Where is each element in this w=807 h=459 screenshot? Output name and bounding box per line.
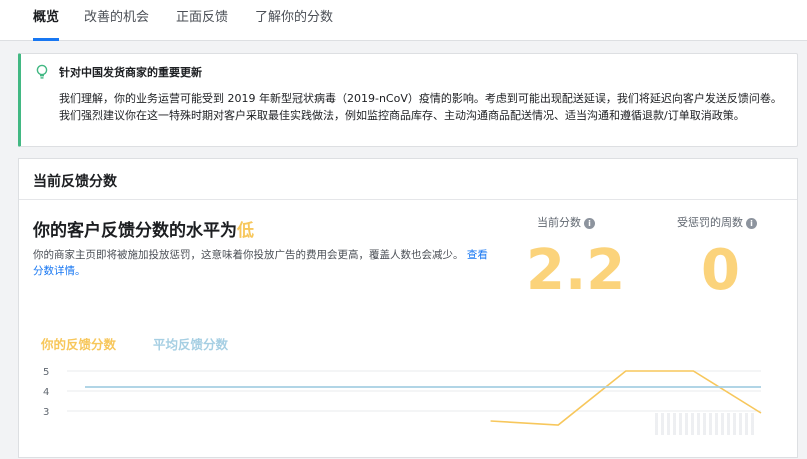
score-level-headline: 你的客户反馈分数的水平为低 — [33, 216, 254, 241]
penalty-description: 你的商家主页即将被施加投放惩罚，这意味着你投放广告的费用会更高，覆盖人数也会减少… — [33, 247, 493, 279]
tab-opportunities[interactable]: 改善的机会 — [84, 0, 149, 38]
info-icon[interactable]: i — [746, 218, 757, 229]
penalty-weeks-label-text: 受惩罚的周数 — [677, 216, 743, 229]
important-update-notice: 针对中国发货商家的重要更新 我们理解，你的业务运营可能受到 2019 年新型冠状… — [18, 53, 798, 147]
y-tick-label-4: 4 — [43, 387, 49, 398]
score-level: 低 — [237, 221, 254, 241]
headline-prefix: 你的客户反馈分数的水平为 — [33, 221, 237, 241]
y-tick-label-5: 5 — [43, 367, 49, 378]
penalty-weeks-label: 受惩罚的周数 i — [677, 214, 757, 230]
feedback-score-chart: 3 4 5 — [43, 367, 762, 426]
notice-title: 针对中国发货商家的重要更新 — [59, 66, 202, 79]
tab-understand-score[interactable]: 了解你的分数 — [255, 0, 333, 38]
lightbulb-icon — [36, 64, 48, 79]
penalty-description-text: 你的商家主页即将被施加投放惩罚，这意味着你投放广告的费用会更高，覆盖人数也会减少… — [33, 249, 464, 261]
penalty-weeks-value: 0 — [701, 238, 740, 303]
legend-average-score[interactable]: 平均反馈分数 — [153, 334, 228, 353]
current-score-label: 当前分数 i — [537, 214, 595, 230]
card-header: 当前反馈分数 — [19, 159, 797, 200]
current-score-label-text: 当前分数 — [537, 216, 581, 229]
watermark-overlay — [655, 413, 755, 435]
tab-overview[interactable]: 概览 — [33, 0, 60, 41]
current-score-value: 2.2 — [526, 238, 626, 303]
tab-bar: 概览 改善的机会 正面反馈 了解你的分数 — [0, 0, 807, 41]
y-tick-label-3: 3 — [43, 407, 49, 418]
notice-body: 我们理解，你的业务运营可能受到 2019 年新型冠状病毒（2019-nCoV）疫… — [59, 92, 782, 122]
info-icon[interactable]: i — [584, 218, 595, 229]
legend-your-score[interactable]: 你的反馈分数 — [41, 334, 116, 353]
card-title: 当前反馈分数 — [33, 174, 117, 190]
tab-positive-feedback[interactable]: 正面反馈 — [176, 0, 228, 38]
